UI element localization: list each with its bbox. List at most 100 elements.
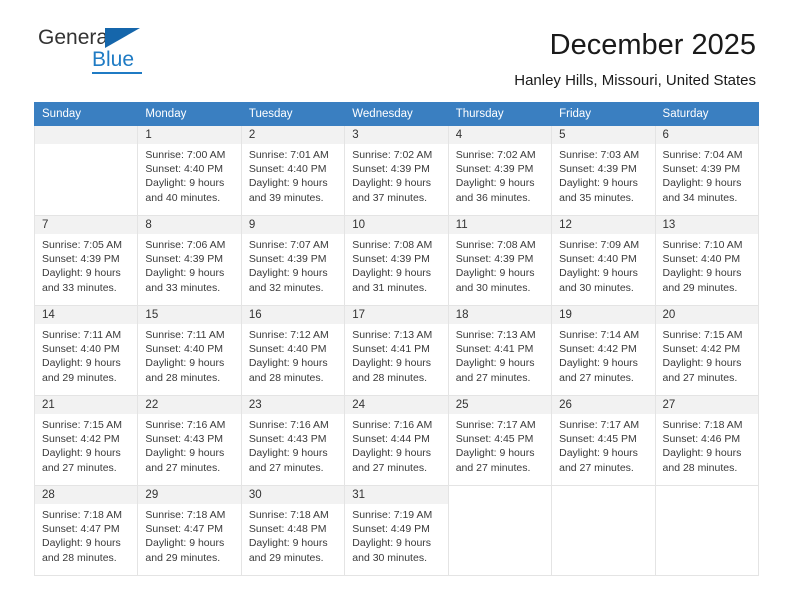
daylight-text: Daylight: 9 hours and 29 minutes. <box>145 537 225 564</box>
sunset-text: Sunset: 4:39 PM <box>455 163 534 176</box>
sunset-text: Sunset: 4:46 PM <box>662 433 741 446</box>
day-sun-info: Sunrise: 7:15 AM Sunset: 4:42 PM Daylight:… <box>35 414 137 475</box>
calendar-day-cell[interactable]: 14 Sunrise: 7:11 AM Sunset: 4:40 PM Dayligh… <box>33 305 139 396</box>
calendar-day-cell[interactable]: 6 Sunrise: 7:04 AM Sunset: 4:39 PM Daylight… <box>654 125 760 216</box>
calendar-day-cell[interactable]: 29 Sunrise: 7:18 AM Sunset: 4:47 PM Dayligh… <box>137 485 242 576</box>
calendar-day-cell[interactable]: 22 Sunrise: 7:16 AM Sunset: 4:43 PM Dayligh… <box>137 395 242 486</box>
calendar-day-cell[interactable]: 2 Sunrise: 7:01 AM Sunset: 4:40 PM Daylight… <box>240 125 346 216</box>
daylight-text: Daylight: 9 hours and 27 minutes. <box>145 447 225 474</box>
sunset-text: Sunset: 4:47 PM <box>42 523 120 536</box>
calendar-day-cell[interactable]: 19 Sunrise: 7:14 AM Sunset: 4:42 PM Dayligh… <box>551 305 656 396</box>
sunset-text: Sunset: 4:48 PM <box>248 523 327 536</box>
calendar-day-cell[interactable]: 17 Sunrise: 7:13 AM Sunset: 4:41 PM Dayligh… <box>344 305 449 396</box>
daylight-text: Daylight: 9 hours and 29 minutes. <box>662 267 742 294</box>
day-sun-info: Sunrise: 7:00 AM Sunset: 4:40 PM Daylight:… <box>138 144 240 205</box>
calendar-day-cell[interactable]: 21 Sunrise: 7:15 AM Sunset: 4:42 PM Dayligh… <box>33 395 139 486</box>
day-sun-info: Sunrise: 7:17 AM Sunset: 4:45 PM Daylight:… <box>552 414 654 475</box>
location-subtitle: Hanley Hills, Missouri, United States <box>514 72 756 89</box>
sunrise-text: Sunrise: 7:12 AM <box>248 329 329 341</box>
daylight-text: Daylight: 9 hours and 27 minutes. <box>42 447 121 474</box>
calendar-day-cell[interactable]: 12 Sunrise: 7:09 AM Sunset: 4:40 PM Dayligh… <box>551 215 656 306</box>
sunset-text: Sunset: 4:40 PM <box>42 343 120 356</box>
calendar-day-cell[interactable]: 30 Sunrise: 7:18 AM Sunset: 4:48 PM Dayligh… <box>240 485 346 576</box>
calendar-day-cell[interactable]: 16 Sunrise: 7:12 AM Sunset: 4:40 PM Dayligh… <box>240 305 346 396</box>
weekday-header-sunday: Sunday <box>33 102 139 126</box>
calendar-day-cell[interactable]: 7 Sunrise: 7:05 AM Sunset: 4:39 PM Daylight… <box>33 215 139 306</box>
page-header: General Blue December 2025 Hanley Hills,… <box>0 0 792 91</box>
day-number: 13 <box>655 216 758 234</box>
calendar-header-row: Sunday Monday Tuesday Wednesday Thursday… <box>33 102 760 126</box>
daylight-text: Daylight: 9 hours and 28 minutes. <box>42 537 121 564</box>
calendar-day-cell[interactable]: 4 Sunrise: 7:02 AM Sunset: 4:39 PM Daylight… <box>447 125 553 216</box>
sunset-text: Sunset: 4:39 PM <box>455 253 534 266</box>
calendar-day-cell[interactable]: 11 Sunrise: 7:08 AM Sunset: 4:39 PM Dayligh… <box>447 215 553 306</box>
day-number: 1 <box>138 126 241 144</box>
logo-text-general: General <box>38 26 113 49</box>
calendar-day-cell[interactable]: 26 Sunrise: 7:17 AM Sunset: 4:45 PM Dayligh… <box>551 395 656 486</box>
sunset-text: Sunset: 4:47 PM <box>145 523 224 536</box>
sunset-text: Sunset: 4:41 PM <box>352 343 430 356</box>
calendar-day-cell[interactable]: 27 Sunrise: 7:18 AM Sunset: 4:46 PM Dayligh… <box>654 395 760 486</box>
calendar-day-cell[interactable]: 18 Sunrise: 7:13 AM Sunset: 4:41 PM Dayligh… <box>447 305 553 396</box>
day-sun-info: Sunrise: 7:12 AM Sunset: 4:40 PM Daylight:… <box>242 324 344 385</box>
sunset-text: Sunset: 4:39 PM <box>352 253 430 266</box>
day-sun-info: Sunrise: 7:18 AM Sunset: 4:47 PM Daylight:… <box>35 504 137 565</box>
daylight-text: Daylight: 9 hours and 35 minutes. <box>559 177 638 204</box>
daylight-text: Daylight: 9 hours and 33 minutes. <box>145 267 225 294</box>
daylight-text: Daylight: 9 hours and 30 minutes. <box>559 267 638 294</box>
sunrise-text: Sunrise: 7:10 AM <box>662 239 743 251</box>
calendar-day-cell[interactable]: 15 Sunrise: 7:11 AM Sunset: 4:40 PM Dayligh… <box>137 305 242 396</box>
sunset-text: Sunset: 4:40 PM <box>662 253 741 266</box>
calendar-week-row: 7 Sunrise: 7:05 AM Sunset: 4:39 PM Daylight… <box>33 215 760 306</box>
day-sun-info: Sunrise: 7:03 AM Sunset: 4:39 PM Daylight:… <box>552 144 654 205</box>
calendar-day-cell[interactable]: 24 Sunrise: 7:16 AM Sunset: 4:44 PM Dayligh… <box>344 395 449 486</box>
calendar-day-cell[interactable]: 9 Sunrise: 7:07 AM Sunset: 4:39 PM Daylight… <box>240 215 346 306</box>
calendar-day-cell[interactable]: 3 Sunrise: 7:02 AM Sunset: 4:39 PM Daylight… <box>344 125 449 216</box>
calendar-day-cell[interactable]: 25 Sunrise: 7:17 AM Sunset: 4:45 PM Dayligh… <box>447 395 553 486</box>
day-number: 30 <box>241 486 345 504</box>
day-sun-info: Sunrise: 7:08 AM Sunset: 4:39 PM Daylight:… <box>449 234 551 295</box>
day-number: 19 <box>552 306 655 324</box>
weekday-header-thursday: Thursday <box>447 102 553 126</box>
day-sun-info: Sunrise: 7:07 AM Sunset: 4:39 PM Daylight:… <box>242 234 344 295</box>
daylight-text: Daylight: 9 hours and 27 minutes. <box>352 447 432 474</box>
day-sun-info: Sunrise: 7:16 AM Sunset: 4:43 PM Daylight:… <box>242 414 344 475</box>
day-number: 5 <box>552 126 655 144</box>
day-number-placeholder: . <box>35 126 138 144</box>
day-number: 22 <box>138 396 241 414</box>
day-sun-info: Sunrise: 7:06 AM Sunset: 4:39 PM Daylight:… <box>138 234 240 295</box>
calendar-week-row: 14 Sunrise: 7:11 AM Sunset: 4:40 PM Dayligh… <box>33 305 760 396</box>
calendar-page: General Blue December 2025 Hanley Hills,… <box>0 0 792 612</box>
sunrise-text: Sunrise: 7:16 AM <box>352 419 433 431</box>
sunset-text: Sunset: 4:39 PM <box>662 163 741 176</box>
calendar-week-row: .1Sunrise: 7:00 AMSunset: 4:40 PMDayligh… <box>33 125 760 216</box>
day-number: 26 <box>552 396 655 414</box>
daylight-text: Daylight: 9 hours and 33 minutes. <box>42 267 121 294</box>
sunrise-text: Sunrise: 7:04 AM <box>662 149 743 161</box>
calendar-day-cell[interactable]: 1 Sunrise: 7:00 AM Sunset: 4:40 PM Daylight… <box>137 125 242 216</box>
calendar-day-cell[interactable]: 31 Sunrise: 7:19 AM Sunset: 4:49 PM Dayligh… <box>344 485 449 576</box>
calendar-day-cell[interactable]: 10 Sunrise: 7:08 AM Sunset: 4:39 PM Dayligh… <box>344 215 449 306</box>
calendar-day-cell[interactable]: 20 Sunrise: 7:15 AM Sunset: 4:42 PM Dayligh… <box>654 305 760 396</box>
day-sun-info: Sunrise: 7:16 AM Sunset: 4:43 PM Daylight:… <box>138 414 240 475</box>
sunrise-text: Sunrise: 7:19 AM <box>352 509 433 521</box>
calendar-day-cell[interactable]: 8 Sunrise: 7:06 AM Sunset: 4:39 PM Daylight… <box>137 215 242 306</box>
day-sun-info: Sunrise: 7:13 AM Sunset: 4:41 PM Daylight:… <box>449 324 551 385</box>
calendar-day-cell[interactable]: 5 Sunrise: 7:03 AM Sunset: 4:39 PM Daylight… <box>551 125 656 216</box>
sunrise-text: Sunrise: 7:08 AM <box>455 239 536 251</box>
day-sun-info: Sunrise: 7:14 AM Sunset: 4:42 PM Daylight:… <box>552 324 654 385</box>
general-blue-logo[interactable]: General Blue <box>34 26 164 84</box>
calendar-day-cell[interactable]: 13 Sunrise: 7:10 AM Sunset: 4:40 PM Dayligh… <box>654 215 760 306</box>
daylight-text: Daylight: 9 hours and 28 minutes. <box>352 357 432 384</box>
daylight-text: Daylight: 9 hours and 37 minutes. <box>352 177 432 204</box>
day-number: 27 <box>655 396 758 414</box>
day-number: 18 <box>448 306 552 324</box>
daylight-text: Daylight: 9 hours and 28 minutes. <box>662 447 742 474</box>
calendar-day-cell[interactable]: 28 Sunrise: 7:18 AM Sunset: 4:47 PM Dayligh… <box>33 485 139 576</box>
day-number: 6 <box>655 126 758 144</box>
day-number: 9 <box>241 216 345 234</box>
day-number: 31 <box>345 486 448 504</box>
daylight-text: Daylight: 9 hours and 34 minutes. <box>662 177 742 204</box>
calendar-day-cell[interactable]: 23 Sunrise: 7:16 AM Sunset: 4:43 PM Dayligh… <box>240 395 346 486</box>
day-number: 11 <box>448 216 552 234</box>
